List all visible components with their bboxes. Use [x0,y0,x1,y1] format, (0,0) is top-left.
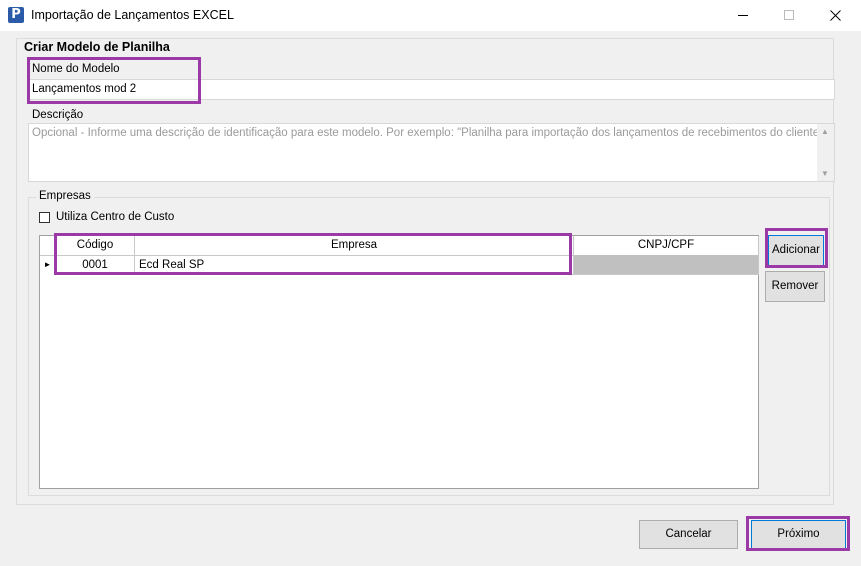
cancel-button[interactable]: Cancelar [639,520,738,549]
companies-group-title: Empresas [36,190,94,202]
column-header-empresa[interactable]: Empresa [135,236,574,255]
column-header-codigo[interactable]: Código [56,236,135,255]
checkbox-box[interactable] [39,211,50,223]
close-icon [829,10,841,21]
section-title: Criar Modelo de Planilha [24,40,170,54]
minimize-button[interactable] [720,0,766,31]
close-button[interactable] [812,0,858,31]
model-name-label: Nome do Modelo [32,63,120,75]
companies-grid[interactable]: Código Empresa CNPJ/CPF ► 0001 Ecd Real … [39,235,759,489]
app-icon: P [8,7,24,23]
description-label: Descrição [32,109,84,121]
cost-center-label: Utiliza Centro de Custo [56,211,175,223]
cell-cnpj[interactable] [574,255,759,275]
description-textarea[interactable]: Opcional - Informe uma descrição de iden… [28,123,835,182]
next-button[interactable]: Próximo [751,520,846,549]
cell-codigo[interactable]: 0001 [56,255,135,275]
minimize-icon [737,15,748,16]
grid-header: Código Empresa CNPJ/CPF [40,236,759,256]
description-placeholder: Opcional - Informe uma descrição de iden… [32,127,835,139]
title-bar: P Importação de Lançamentos EXCEL [0,0,861,31]
table-row[interactable]: ► 0001 Ecd Real SP [40,255,759,275]
header-corner [40,236,56,255]
cell-empresa[interactable]: Ecd Real SP [135,255,574,275]
description-scrollbar[interactable]: ▲ ▼ [817,124,834,181]
row-pointer-icon: ► [40,255,56,275]
model-name-input[interactable]: Lançamentos mod 2 [28,79,835,100]
remove-button[interactable]: Remover [765,271,825,302]
cost-center-checkbox[interactable]: Utiliza Centro de Custo [39,211,174,223]
maximize-button[interactable] [766,0,812,31]
window-title: Importação de Lançamentos EXCEL [31,8,234,22]
column-header-cnpj[interactable]: CNPJ/CPF [574,236,759,255]
scroll-down-icon[interactable]: ▼ [821,169,829,178]
scroll-up-icon[interactable]: ▲ [821,127,829,136]
maximize-icon [783,10,794,20]
add-button[interactable]: Adicionar [768,235,824,266]
